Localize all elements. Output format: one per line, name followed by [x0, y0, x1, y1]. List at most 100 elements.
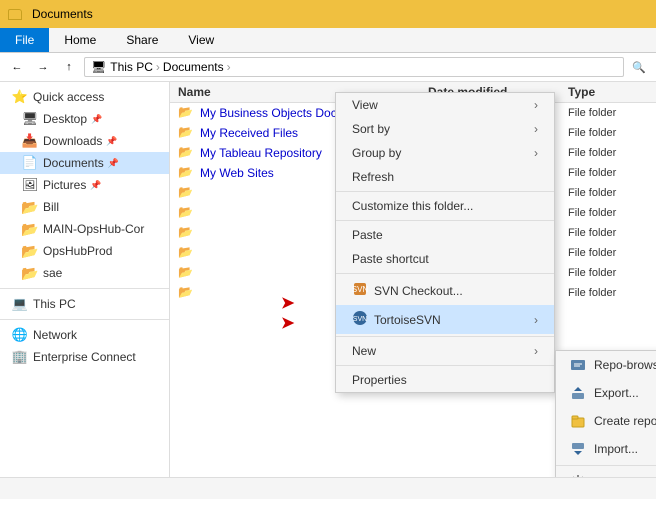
- ctx-paste-shortcut[interactable]: Paste shortcut: [336, 247, 554, 271]
- ctx-sort-by[interactable]: Sort by ›: [336, 117, 554, 141]
- folder-icon-9: 📂: [178, 265, 194, 281]
- ctx-divider-1: [336, 191, 554, 192]
- sub-create-repo[interactable]: Create repository here: [556, 407, 656, 435]
- ctx-sort-label: Sort by: [352, 122, 390, 136]
- sub-import[interactable]: Import...: [556, 435, 656, 463]
- file-type-5: File folder: [568, 187, 648, 199]
- file-list: Name Date modified Type 📂 My Business Ob…: [170, 82, 656, 477]
- ctx-customize-label: Customize this folder...: [352, 199, 473, 213]
- file-type-4: File folder: [568, 167, 648, 179]
- ctx-view-arrow: ›: [534, 98, 538, 112]
- documents-icon: 📄: [22, 155, 38, 171]
- folder-icon-4: 📂: [178, 165, 194, 181]
- address-bar: ← → ↑ 🖥 This PC › Documents › 🔍: [0, 53, 656, 82]
- ctx-new-arrow: ›: [534, 344, 538, 358]
- file-type-7: File folder: [568, 227, 648, 239]
- sidebar-item-enterprise[interactable]: 🏢 Enterprise Connect: [0, 346, 169, 368]
- ctx-view[interactable]: View ›: [336, 93, 554, 117]
- ctx-tortoisesvn-label: TortoiseSVN: [374, 313, 441, 327]
- folder-icon-7: 📂: [178, 225, 194, 241]
- sidebar-quick-access[interactable]: ⭐ Quick access: [0, 86, 169, 108]
- col-header-type[interactable]: Type: [568, 85, 648, 99]
- ctx-new-label: New: [352, 344, 376, 358]
- breadcrumb[interactable]: 🖥 This PC › Documents ›: [84, 57, 624, 77]
- folder-icon-8: 📂: [178, 245, 194, 261]
- file-type-8: File folder: [568, 247, 648, 259]
- enterprise-icon: 🏢: [12, 349, 28, 365]
- breadcrumb-home-icon: 🖥: [91, 60, 106, 74]
- sidebar-item-desktop[interactable]: 🖥 Desktop 📌: [0, 108, 169, 130]
- ctx-divider-3: [336, 273, 554, 274]
- ctx-svn-checkout-label: SVN Checkout...: [374, 284, 463, 298]
- ribbon-tabs: File Home Share View: [0, 28, 656, 52]
- forward-button[interactable]: →: [32, 56, 54, 78]
- svn-checkout-icon: SVN: [352, 281, 368, 300]
- downloads-icon: 📥: [22, 133, 38, 149]
- sidebar-item-downloads[interactable]: 📥 Downloads 📌: [0, 130, 169, 152]
- folder-icon-5: 📂: [178, 185, 194, 201]
- sub-repo-browser[interactable]: Repo-browser: [556, 351, 656, 379]
- file-type-1: File folder: [568, 107, 648, 119]
- sidebar-item-bill[interactable]: 📂 Bill: [0, 196, 169, 218]
- breadcrumb-sep1: ›: [156, 60, 160, 74]
- repo-browser-icon: [570, 357, 586, 373]
- ctx-tortoisesvn[interactable]: SVN TortoiseSVN ›: [336, 305, 554, 334]
- sidebar-item-thispc[interactable]: 💻 This PC: [0, 293, 169, 315]
- sidebar-label-desktop: Desktop: [43, 112, 87, 126]
- tab-view[interactable]: View: [173, 28, 229, 52]
- ctx-paste[interactable]: Paste: [336, 223, 554, 247]
- bill-folder-icon: 📂: [22, 199, 38, 215]
- sub-export[interactable]: Export...: [556, 379, 656, 407]
- tortoisesvn-icon: SVN: [352, 310, 368, 329]
- sidebar-item-sae[interactable]: 📂 sae: [0, 262, 169, 284]
- sidebar-item-pictures[interactable]: 🖼 Pictures 📌: [0, 174, 169, 196]
- pin-icon-documents: 📌: [108, 158, 119, 169]
- up-button[interactable]: ↑: [58, 56, 80, 78]
- sidebar-divider-2: [0, 319, 169, 320]
- sidebar-item-main-opshub[interactable]: 📂 MAIN-OpsHub-Cor: [0, 218, 169, 240]
- ctx-new[interactable]: New ›: [336, 339, 554, 363]
- back-button[interactable]: ←: [6, 56, 28, 78]
- sidebar-item-documents[interactable]: 📄 Documents 📌: [0, 152, 169, 174]
- file-type-2: File folder: [568, 127, 648, 139]
- ribbon: File Home Share View: [0, 28, 656, 53]
- main-container: ⭐ Quick access 🖥 Desktop 📌 📥 Downloads 📌…: [0, 82, 656, 477]
- svg-text:SVN: SVN: [352, 285, 368, 294]
- ctx-properties[interactable]: Properties: [336, 368, 554, 392]
- ctx-divider-5: [336, 365, 554, 366]
- sub-settings[interactable]: Settings: [556, 468, 656, 477]
- ctx-group-arrow: ›: [534, 146, 538, 160]
- quick-access-icon: ⭐: [12, 89, 28, 105]
- file-type-9: File folder: [568, 267, 648, 279]
- ctx-group-by[interactable]: Group by ›: [336, 141, 554, 165]
- thispc-icon: 💻: [12, 296, 28, 312]
- ctx-customize[interactable]: Customize this folder...: [336, 194, 554, 218]
- ctx-tortoisesvn-arrow: ›: [534, 313, 538, 327]
- ctx-paste-shortcut-label: Paste shortcut: [352, 252, 429, 266]
- file-type-10: File folder: [568, 287, 648, 299]
- pin-icon-downloads: 📌: [106, 136, 117, 147]
- ctx-refresh[interactable]: Refresh: [336, 165, 554, 189]
- desktop-icon: 🖥: [22, 111, 38, 127]
- title-bar-folder-icon: [8, 9, 22, 20]
- breadcrumb-documents[interactable]: Documents: [163, 60, 224, 74]
- tab-share[interactable]: Share: [111, 28, 173, 52]
- context-menu: ➤ ➤ View › Sort by › Group by › Refresh …: [335, 92, 555, 393]
- ctx-properties-label: Properties: [352, 373, 407, 387]
- folder-icon-10: 📂: [178, 285, 194, 301]
- breadcrumb-thispc[interactable]: This PC: [110, 60, 153, 74]
- sub-divider-1: [556, 465, 656, 466]
- tab-home[interactable]: Home: [49, 28, 111, 52]
- folder-icon-2: 📂: [178, 125, 194, 141]
- sub-export-label: Export...: [594, 386, 639, 400]
- tab-file[interactable]: File: [0, 28, 49, 52]
- ctx-paste-label: Paste: [352, 228, 383, 242]
- sidebar-label-network: Network: [33, 328, 77, 342]
- search-button[interactable]: 🔍: [628, 56, 650, 78]
- sidebar-label-sae: sae: [43, 266, 62, 280]
- pin-icon-pictures: 📌: [90, 180, 101, 191]
- sidebar-item-opshubprod[interactable]: 📂 OpsHubProd: [0, 240, 169, 262]
- ctx-svn-checkout[interactable]: SVN SVN Checkout...: [336, 276, 554, 305]
- import-icon: [570, 441, 586, 457]
- sidebar-item-network[interactable]: 🌐 Network: [0, 324, 169, 346]
